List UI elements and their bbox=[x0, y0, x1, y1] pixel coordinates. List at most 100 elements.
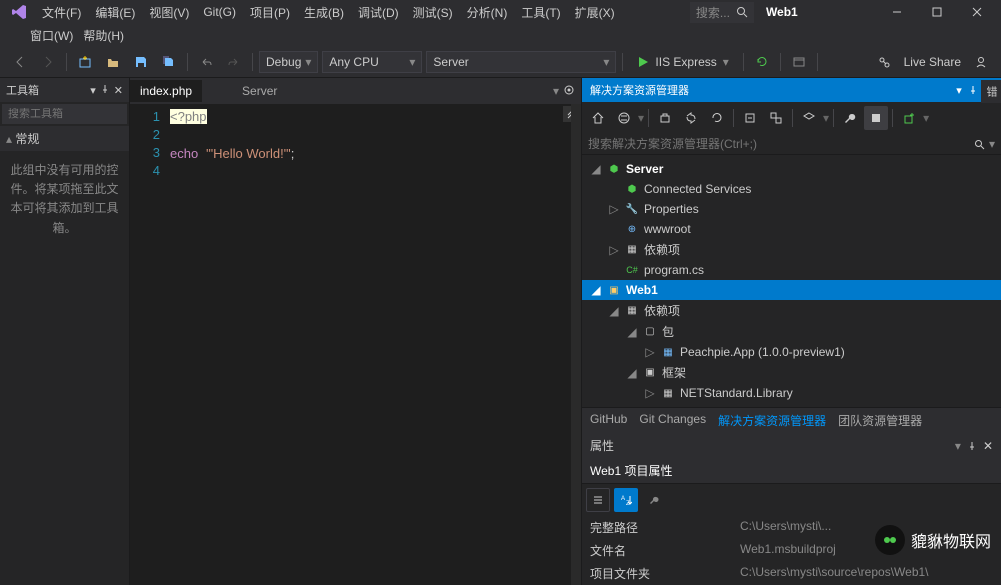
show-all-icon[interactable] bbox=[764, 106, 788, 130]
toolbox-section[interactable]: ▴ 常规 bbox=[0, 126, 129, 151]
undo-icon[interactable] bbox=[194, 50, 218, 74]
dropdown-icon[interactable]: ▾ bbox=[956, 84, 962, 97]
connected-icon: ⬢ bbox=[624, 181, 640, 197]
watermark-icon bbox=[875, 525, 905, 555]
dropdown-icon[interactable]: ▾ bbox=[90, 84, 96, 97]
menu-file[interactable]: 文件(F) bbox=[36, 2, 87, 23]
menu-edit[interactable]: 编辑(E) bbox=[89, 2, 141, 23]
pin-icon[interactable] bbox=[100, 84, 110, 97]
home-icon[interactable] bbox=[586, 106, 610, 130]
sync-icon[interactable] bbox=[679, 106, 703, 130]
tree-peachpie[interactable]: ▷▦Peachpie.App (1.0.0-preview1) bbox=[582, 342, 1001, 362]
properties-panel: 属性 ▾ ✕ Web1 项目属性 AZ 完整路径 C:\Users\mysti\… bbox=[582, 433, 1001, 585]
solution-search[interactable]: ▾ bbox=[582, 134, 1001, 155]
refresh-icon[interactable] bbox=[705, 106, 729, 130]
code-content[interactable]: <?php echo '"Hello World!"'; bbox=[170, 104, 581, 585]
svg-text:A: A bbox=[621, 496, 625, 502]
add-icon[interactable] bbox=[897, 106, 921, 130]
pin-icon[interactable] bbox=[968, 85, 978, 95]
nav-back-icon[interactable] bbox=[8, 50, 32, 74]
menu-window[interactable]: 窗口(W) bbox=[30, 27, 73, 44]
tree-connected[interactable]: ⬢Connected Services bbox=[582, 179, 1001, 199]
menu-search[interactable]: 搜索... bbox=[690, 2, 754, 23]
tree-wwwroot[interactable]: ⊕wwwroot bbox=[582, 219, 1001, 239]
platform-dropdown[interactable]: Any CPU▾ bbox=[322, 51, 422, 73]
alphabetical-icon[interactable]: AZ bbox=[614, 488, 638, 512]
tab-team[interactable]: 团队资源管理器 bbox=[838, 412, 922, 429]
dropdown-icon[interactable]: ▾ bbox=[955, 439, 961, 453]
menu-test[interactable]: 测试(S) bbox=[407, 2, 459, 23]
vs-logo-icon[interactable] bbox=[4, 1, 34, 23]
pin-icon[interactable] bbox=[967, 441, 977, 451]
props-wrench-icon[interactable] bbox=[642, 488, 666, 512]
search-icon bbox=[974, 139, 985, 150]
refresh-icon[interactable] bbox=[750, 50, 774, 74]
tree-deps1[interactable]: ▷▦依赖项 bbox=[582, 239, 1001, 260]
properties-toolbar: AZ bbox=[582, 484, 1001, 516]
open-icon[interactable] bbox=[101, 50, 125, 74]
toolbox-search-input[interactable] bbox=[8, 108, 150, 120]
switch-view-icon[interactable] bbox=[612, 106, 636, 130]
close-icon[interactable]: ✕ bbox=[983, 439, 993, 453]
tree-program[interactable]: C#program.cs bbox=[582, 260, 1001, 280]
side-tab[interactable]: 错 bbox=[981, 80, 1001, 103]
prop-folder-val[interactable]: C:\Users\mysti\source\repos\Web1\ bbox=[732, 562, 1001, 585]
tab-dropdown-icon[interactable]: ▾ bbox=[553, 84, 559, 98]
startup-dropdown[interactable]: Server▾ bbox=[426, 51, 616, 73]
line-gutter: 1 2 3 4 bbox=[130, 104, 170, 585]
collapse-all-icon[interactable] bbox=[738, 106, 762, 130]
search-icon bbox=[736, 6, 748, 18]
tab-server[interactable]: Server bbox=[232, 80, 287, 102]
tab-settings-icon[interactable] bbox=[563, 84, 575, 98]
close-button[interactable] bbox=[957, 0, 997, 24]
feedback-icon[interactable] bbox=[969, 50, 993, 74]
solution-search-input[interactable] bbox=[588, 137, 974, 151]
new-project-icon[interactable] bbox=[73, 50, 97, 74]
liveshare-icon[interactable] bbox=[872, 50, 896, 74]
pending-icon[interactable] bbox=[653, 106, 677, 130]
tree-deps2[interactable]: ◢▦依赖项 bbox=[582, 300, 1001, 321]
tab-solution-explorer[interactable]: 解决方案资源管理器 bbox=[718, 412, 826, 429]
tree-web1[interactable]: ◢▣Web1 bbox=[582, 280, 1001, 300]
editor-column: index.php Server ▾ 1 2 3 4 <?php echo '"… bbox=[130, 78, 581, 585]
tree-properties[interactable]: ▷🔧Properties bbox=[582, 199, 1001, 219]
save-all-icon[interactable] bbox=[157, 50, 181, 74]
liveshare-label[interactable]: Live Share bbox=[904, 55, 961, 69]
nuget-icon: ▦ bbox=[660, 344, 676, 360]
editor-tabs: index.php Server ▾ bbox=[130, 78, 581, 104]
menu-git[interactable]: Git(G) bbox=[197, 3, 242, 21]
run-button[interactable]: IIS Express ▾ bbox=[629, 55, 736, 69]
minimize-button[interactable] bbox=[877, 0, 917, 24]
categorized-icon[interactable] bbox=[586, 488, 610, 512]
config-dropdown[interactable]: Debug▾ bbox=[259, 51, 318, 73]
tab-gitchanges[interactable]: Git Changes bbox=[639, 412, 706, 429]
tree-netstd[interactable]: ▷▦NETStandard.Library bbox=[582, 383, 1001, 403]
menu-analyze[interactable]: 分析(N) bbox=[461, 2, 514, 23]
properties-icon[interactable] bbox=[838, 106, 862, 130]
tree-frameworks[interactable]: ◢▣框架 bbox=[582, 362, 1001, 383]
tab-github[interactable]: GitHub bbox=[590, 412, 627, 429]
menu-extensions[interactable]: 扩展(X) bbox=[569, 2, 621, 23]
preview-icon[interactable] bbox=[864, 106, 888, 130]
menu-view[interactable]: 视图(V) bbox=[143, 2, 195, 23]
menu-debug[interactable]: 调试(D) bbox=[352, 2, 405, 23]
tab-index-php[interactable]: index.php bbox=[130, 80, 202, 102]
tree-server[interactable]: ◢⬢Server bbox=[582, 159, 1001, 179]
maximize-button[interactable] bbox=[917, 0, 957, 24]
minimap[interactable] bbox=[571, 104, 581, 585]
browser-icon[interactable] bbox=[787, 50, 811, 74]
menu-tools[interactable]: 工具(T) bbox=[515, 2, 566, 23]
redo-icon[interactable] bbox=[222, 50, 246, 74]
menu-help[interactable]: 帮助(H) bbox=[83, 27, 124, 44]
tree-packages[interactable]: ◢▢包 bbox=[582, 321, 1001, 342]
toolbox-search[interactable]: ▾ bbox=[2, 104, 127, 124]
deps-icon: ▦ bbox=[624, 303, 640, 319]
menu-project[interactable]: 项目(P) bbox=[244, 2, 296, 23]
menu-build[interactable]: 生成(B) bbox=[298, 2, 350, 23]
save-icon[interactable] bbox=[129, 50, 153, 74]
nav-fwd-icon[interactable] bbox=[36, 50, 60, 74]
code-editor[interactable]: 1 2 3 4 <?php echo '"Hello World!"'; bbox=[130, 104, 581, 585]
prop-name-key: 文件名 bbox=[582, 539, 732, 562]
close-icon[interactable]: ✕ bbox=[114, 84, 123, 97]
scope-icon[interactable] bbox=[797, 106, 821, 130]
